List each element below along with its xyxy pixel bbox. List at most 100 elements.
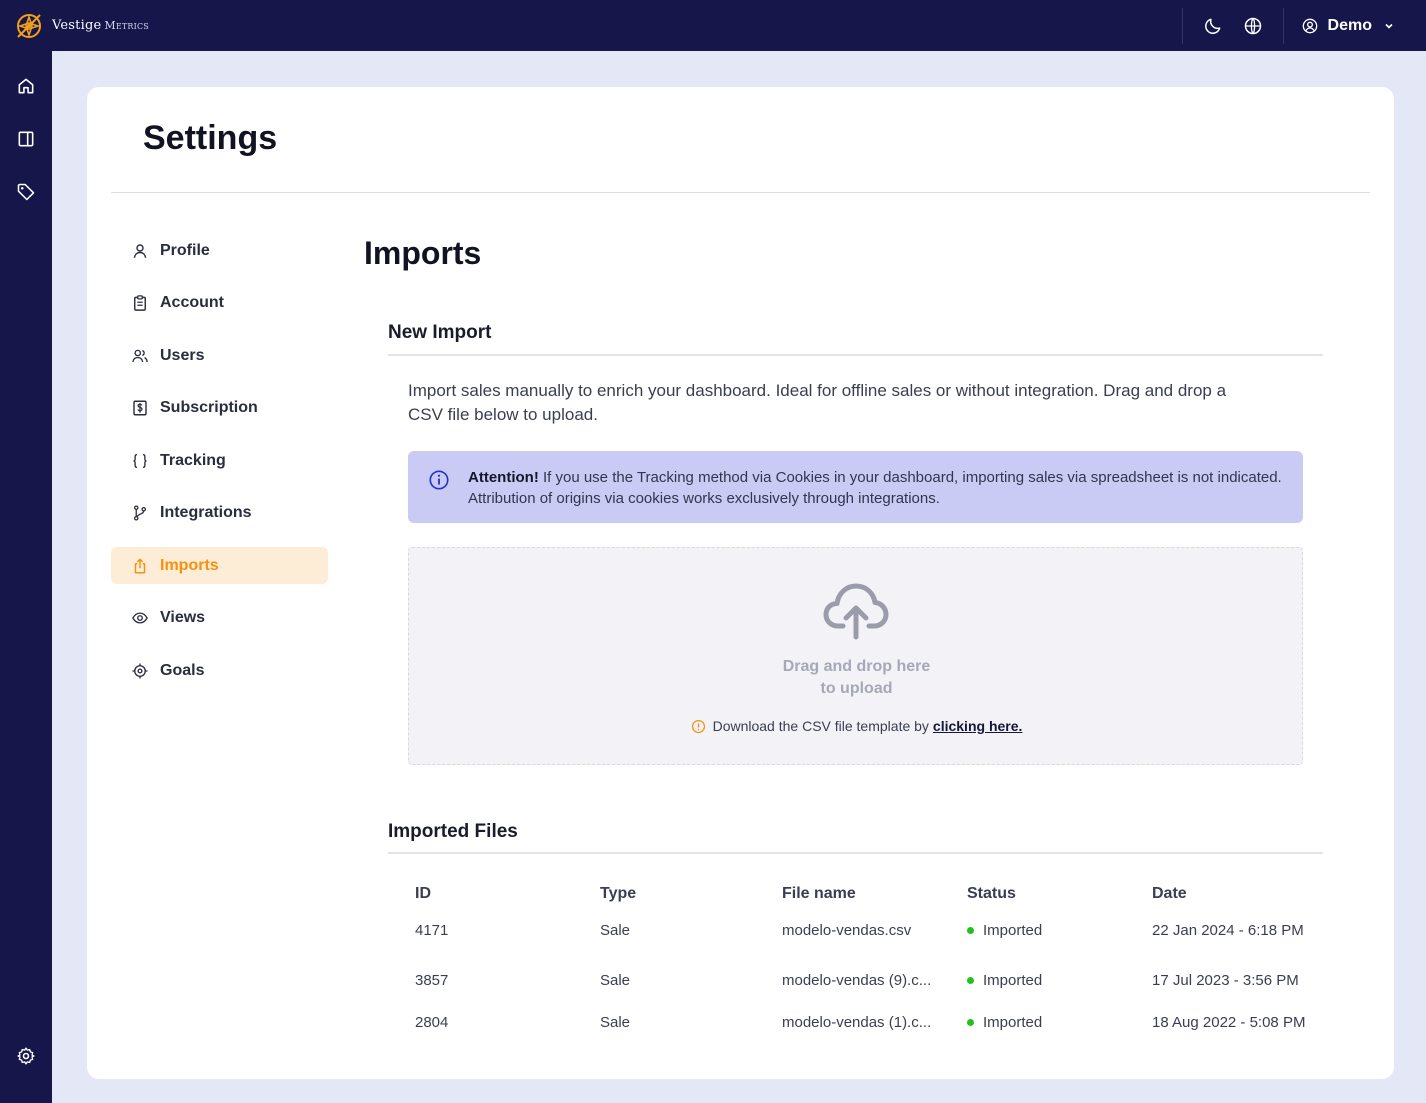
cell-type: Sale [600, 972, 631, 989]
topbar-divider [1181, 7, 1183, 44]
nav-label: Users [160, 346, 205, 364]
imported-files-title: Imported Files [388, 821, 518, 842]
nav-label: Goals [160, 661, 205, 679]
tag-icon [17, 183, 35, 201]
nav-item-subscription[interactable]: Subscription [111, 390, 328, 427]
top-bar: Vestige Metrics Demo [0, 0, 1426, 51]
col-id: ID [415, 885, 431, 902]
cell-status: Imported [967, 922, 1042, 939]
status-text: Imported [983, 972, 1043, 989]
new-import-divider [388, 354, 1323, 356]
page-title: Settings [143, 119, 278, 157]
dollar-icon [133, 400, 147, 416]
col-type: Type [600, 885, 637, 902]
nav-item-views[interactable]: Views [111, 600, 328, 637]
status-text: Imported [983, 922, 1043, 939]
info-icon [429, 470, 449, 490]
rail-tags-button[interactable] [16, 182, 36, 202]
nav-label: Subscription [160, 399, 258, 416]
table-header: ID Type File name Status Date [388, 885, 1323, 905]
alert-text: If you use the Tracking method via Cooki… [468, 469, 1282, 507]
git-branch-icon [133, 505, 147, 521]
rail-home-button[interactable] [16, 76, 36, 96]
header-divider [111, 192, 1370, 193]
moon-icon [1204, 18, 1220, 34]
nav-item-integrations[interactable]: Integrations [111, 495, 328, 532]
nav-label: Integrations [160, 504, 252, 521]
rail-panel-button[interactable] [16, 129, 36, 149]
sidebar-panel-icon [18, 131, 34, 147]
cell-id: 2804 [415, 1014, 449, 1031]
brand-suffix: Metrics [104, 19, 149, 32]
cell-status: Imported [967, 972, 1042, 989]
chevron-down-icon [1385, 23, 1393, 29]
gear-icon [17, 1047, 35, 1065]
template-download: Download the CSV file template by clicki… [409, 718, 1304, 734]
imported-files-table: ID Type File name Status Date 4171 Sale … [388, 877, 1323, 1034]
brand[interactable]: Vestige Metrics [14, 11, 149, 41]
nav-item-goals[interactable]: Goals [111, 652, 328, 689]
user-icon [133, 243, 147, 258]
user-circle-icon [1302, 18, 1317, 33]
home-icon [18, 78, 34, 94]
drop-line-2: to upload [820, 680, 893, 697]
dark-mode-toggle[interactable] [1203, 16, 1223, 36]
nav-label: Tracking [160, 451, 226, 469]
upload-icon [134, 558, 146, 573]
target-icon [132, 663, 148, 678]
alert-bold: Attention! [468, 469, 539, 486]
cell-type: Sale [600, 922, 631, 939]
status-text: Imported [983, 1014, 1043, 1031]
cell-file-name: modelo-vendas (1).c... [782, 1014, 932, 1031]
nav-item-imports[interactable]: Imports [111, 547, 328, 584]
template-text: Download the CSV file template by [712, 718, 929, 734]
cell-type: Sale [600, 1014, 631, 1031]
cell-status: Imported [967, 1014, 1042, 1031]
col-status: Status [967, 885, 1016, 902]
section-title: Imports [364, 235, 482, 271]
alert-message: Attention! If you use the Tracking metho… [468, 467, 1283, 509]
globe-icon [1244, 17, 1261, 34]
eye-icon [132, 612, 148, 624]
language-button[interactable] [1243, 16, 1263, 36]
cell-file-name: modelo-vendas (9).c... [782, 972, 932, 989]
status-dot [967, 927, 974, 934]
nav-item-users[interactable]: Users [111, 337, 328, 374]
user-name: Demo [1327, 16, 1372, 34]
clipboard-icon [134, 295, 146, 311]
status-dot [967, 1019, 974, 1026]
cell-file-name: modelo-vendas.csv [782, 922, 912, 939]
template-link[interactable]: clicking here. [933, 718, 1022, 734]
drop-line-1: Drag and drop here [782, 658, 931, 675]
cell-id: 3857 [415, 972, 449, 989]
brand-name: Vestige Metrics [52, 18, 149, 33]
col-file-name: File name [782, 885, 856, 902]
cell-date: 17 Jul 2023 - 3:56 PM [1152, 972, 1299, 989]
import-description: Import sales manually to enrich your das… [408, 381, 1227, 424]
col-date: Date [1152, 885, 1187, 902]
users-icon [132, 349, 148, 362]
cell-id: 4171 [415, 922, 449, 939]
imported-files-divider [388, 852, 1323, 854]
table-row[interactable]: 4171 Sale modelo-vendas.csv Imported 22 … [388, 922, 1323, 942]
nav-label: Profile [160, 241, 210, 259]
nav-item-account[interactable]: Account [111, 285, 328, 322]
table-row[interactable]: 2804 Sale modelo-vendas (1).c... Importe… [388, 1014, 1323, 1034]
compass-logo-icon [17, 13, 41, 38]
rail-settings-button[interactable] [16, 1046, 36, 1066]
alert-circle-icon [691, 719, 705, 733]
nav-label: Imports [160, 556, 219, 574]
topbar-divider [1282, 7, 1284, 44]
table-row[interactable]: 3857 Sale modelo-vendas (9).c... Importe… [388, 972, 1323, 992]
new-import-title: New Import [388, 322, 492, 343]
nav-item-profile[interactable]: Profile [111, 232, 328, 269]
settings-card: Settings Profile Account Users Subscript… [87, 87, 1394, 1079]
settings-nav: Profile Account Users Subscription Track… [111, 232, 328, 705]
attention-alert: Attention! If you use the Tracking metho… [408, 451, 1303, 523]
user-menu[interactable]: Demo [1302, 17, 1394, 35]
cloud-upload-icon [823, 583, 889, 640]
nav-label: Account [160, 294, 224, 311]
braces-icon [133, 453, 147, 468]
csv-dropzone[interactable]: Drag and drop here to upload Download th… [408, 547, 1303, 765]
nav-item-tracking[interactable]: Tracking [111, 442, 328, 479]
